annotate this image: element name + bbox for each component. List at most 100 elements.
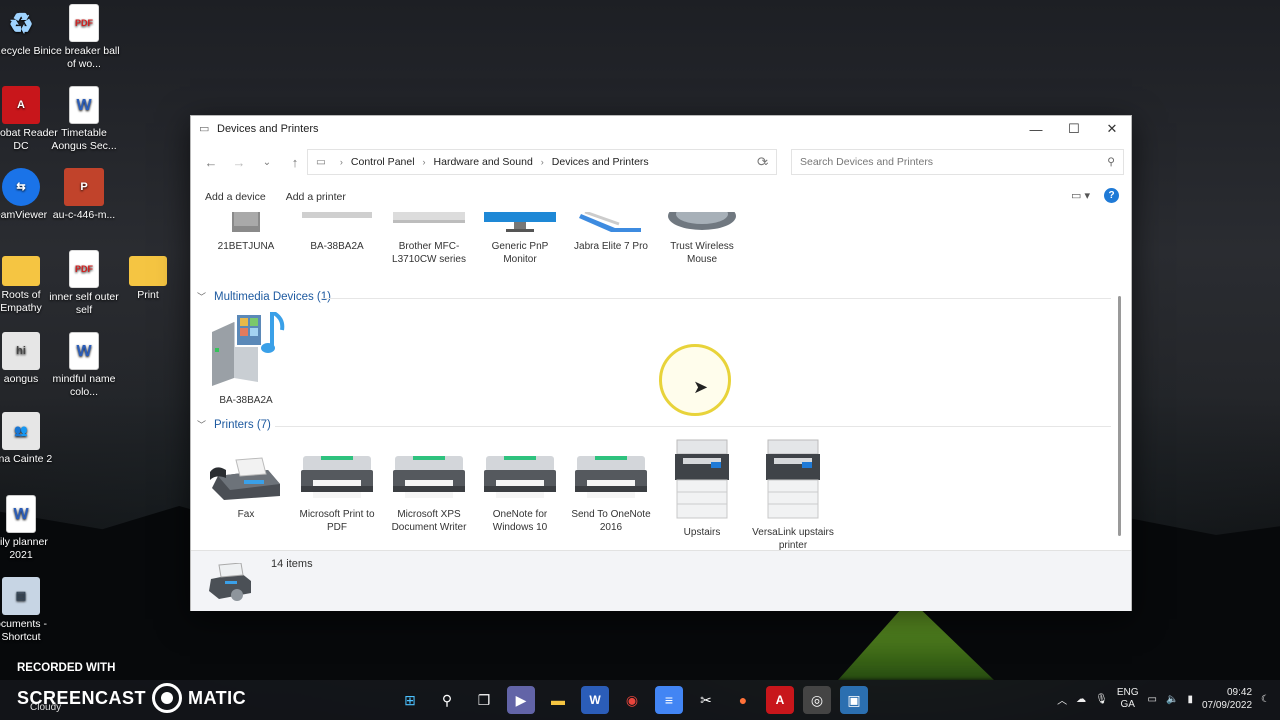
device-label: 21BETJUNA (217, 241, 275, 252)
documents-shortcut-icon: ▤ (2, 577, 40, 615)
desktop-icon-documents-shortcut[interactable]: ▤ ocuments - Shortcut (0, 577, 59, 644)
device-label: Jabra Elite 7 Pro (574, 241, 648, 252)
search-icon[interactable]: ⚲ (433, 686, 461, 714)
desktop-icon-timetable[interactable]: W Timetable Aongus Sec... (46, 86, 122, 153)
record-icon (152, 683, 183, 713)
docs-icon[interactable]: ≡ (655, 686, 683, 714)
back-button[interactable]: ← (199, 150, 223, 174)
up-button[interactable]: ↑ (283, 150, 307, 174)
battery-icon[interactable]: ▮ (1187, 694, 1193, 705)
device-item[interactable]: Trust Wireless Mouse (657, 212, 747, 266)
mouse-pointer-icon: ➤ (693, 377, 709, 397)
search-icon: ⚲ (1107, 156, 1115, 168)
microphone-icon[interactable]: 🎙 (1095, 694, 1108, 705)
screen-recorder-icon[interactable]: ◎ (803, 686, 831, 714)
device-item[interactable]: BA-38BA2A (292, 212, 382, 253)
desktop-icon-label: ocuments - Shortcut (0, 618, 47, 643)
recorded-with-label: RECORDED WITH (17, 662, 116, 674)
device-item[interactable]: 21BETJUNA (201, 212, 291, 253)
printers-group-header[interactable]: ﹀ Printers (7) (197, 418, 271, 431)
chevron-up-icon[interactable]: ︿ (1057, 692, 1067, 707)
teams-icon[interactable]: ▶ (507, 686, 535, 714)
multimedia-group-header[interactable]: ﹀ Multimedia Devices (1) (197, 290, 331, 303)
printer-item[interactable]: Microsoft XPS Document Writer (384, 450, 474, 534)
control-panel-icon[interactable]: ▣ (840, 686, 868, 714)
printer-item[interactable]: Microsoft Print to PDF (292, 450, 382, 534)
desktop-icon-daily-planner[interactable]: W aily planner 2021 (0, 495, 59, 562)
start-icon[interactable]: ⊞ (396, 686, 424, 714)
minimize-button[interactable]: — (1017, 117, 1055, 141)
help-icon[interactable]: ? (1104, 188, 1119, 203)
cloud-icon[interactable]: ☁ (1076, 694, 1086, 705)
refresh-icon[interactable]: ⟳ (757, 154, 768, 170)
desktop-icon-au-c-446[interactable]: P au-c-446-m... (46, 168, 122, 222)
devices-and-printers-window: ▭ Devices and Printers — ☐ ✕ ← → ⌄ ↑ ▭ ›… (190, 115, 1132, 611)
close-button[interactable]: ✕ (1093, 117, 1131, 141)
printer-label: VersaLink upstairs printer (752, 527, 834, 550)
group-title: Printers (7) (214, 418, 271, 431)
acrobat-icon: A (2, 86, 40, 124)
printer-icon (575, 456, 647, 498)
desktop-icon-label: Print (137, 289, 159, 301)
clock-time: 09:42 (1227, 687, 1253, 698)
taskbar-apps: ⊞ ⚲ ❐ ▶ ▬ W ◉ ≡ ✂ ● A ◎ ▣ (396, 686, 868, 714)
printer-item[interactable]: VersaLink upstairs printer (748, 438, 838, 550)
network-icon[interactable]: ▭ (1148, 694, 1157, 705)
maximize-button[interactable]: ☐ (1055, 117, 1093, 141)
title-bar[interactable]: ▭ Devices and Printers — ☐ ✕ (191, 116, 1131, 142)
task-view-icon[interactable]: ❐ (470, 686, 498, 714)
screencast-logo: SCREENCAST MATIC (17, 683, 246, 713)
desktop-icon-mindful-name[interactable]: W mindful name colo... (46, 332, 122, 399)
device-label: BA-38BA2A (219, 395, 273, 406)
notifications-icon[interactable]: ☾ (1261, 694, 1270, 705)
desktop-icon-na-cainte[interactable]: 👥 a na Cainte 2 (0, 412, 59, 466)
brand-right: MATIC (188, 687, 247, 708)
device-label: Trust Wireless Mouse (670, 241, 734, 265)
folder-icon (129, 256, 167, 286)
status-bar: 14 items (191, 550, 1131, 611)
printer-label: Microsoft Print to PDF (299, 509, 375, 533)
recent-locations-button[interactable]: ⌄ (255, 150, 279, 174)
ime-layout: GA (1120, 699, 1135, 710)
device-item[interactable]: Brother MFC-L3710CW series (384, 212, 474, 266)
desktop-icon-ice-breaker[interactable]: PDF ice breaker ball of wo... (46, 4, 122, 71)
clock[interactable]: 09:42 07/09/2022 (1202, 686, 1252, 712)
recycle-bin-icon: ♻ (8, 7, 34, 39)
firefox-icon[interactable]: ● (729, 686, 757, 714)
group-title: Multimedia Devices (1) (214, 290, 331, 303)
monitor-icon (484, 212, 556, 232)
search-box[interactable]: Search Devices and Printers ⚲ (791, 149, 1124, 175)
input-method[interactable]: ENG GA (1117, 687, 1139, 711)
printer-item[interactable]: Upstairs (657, 438, 747, 539)
multifunction-printer-icon (675, 439, 729, 519)
breadcrumb-control-panel[interactable]: Control Panel (351, 156, 415, 168)
acrobat-icon[interactable]: A (766, 686, 794, 714)
folder-icon (2, 256, 40, 286)
device-item[interactable]: Jabra Elite 7 Pro (566, 212, 656, 253)
scrollbar[interactable] (1118, 296, 1121, 536)
snipping-tool-icon[interactable]: ✂ (692, 686, 720, 714)
view-options-icon[interactable]: ▭ ▾ (1071, 189, 1090, 202)
device-item[interactable]: Generic PnP Monitor (475, 212, 565, 266)
chrome-icon[interactable]: ◉ (618, 686, 646, 714)
breadcrumb-hardware-and-sound[interactable]: Hardware and Sound (434, 156, 533, 168)
file-explorer-icon[interactable]: ▬ (544, 686, 572, 714)
printer-label: Upstairs (683, 527, 721, 538)
search-input[interactable]: Search Devices and Printers (800, 156, 1107, 168)
address-bar[interactable]: ▭ › Control Panel › Hardware and Sound ›… (307, 149, 777, 175)
desktop-icon-print[interactable]: Print (110, 250, 186, 302)
device-item[interactable]: BA-38BA2A (201, 312, 291, 407)
breadcrumb-devices-and-printers[interactable]: Devices and Printers (552, 156, 649, 168)
volume-icon[interactable]: 🔈 (1166, 694, 1178, 705)
printer-icon (393, 456, 465, 498)
forward-button[interactable]: → (227, 150, 251, 174)
add-device-button[interactable]: Add a device (205, 191, 266, 203)
printer-icon (301, 456, 373, 498)
pdf-file-icon: PDF (69, 250, 99, 288)
add-printer-button[interactable]: Add a printer (286, 191, 346, 203)
printer-item[interactable]: Send To OneNote 2016 (566, 450, 656, 534)
control-panel-icon: ▭ (316, 156, 326, 168)
printer-item[interactable]: OneNote for Windows 10 (475, 450, 565, 534)
word-icon[interactable]: W (581, 686, 609, 714)
printer-item[interactable]: Fax (201, 450, 291, 521)
